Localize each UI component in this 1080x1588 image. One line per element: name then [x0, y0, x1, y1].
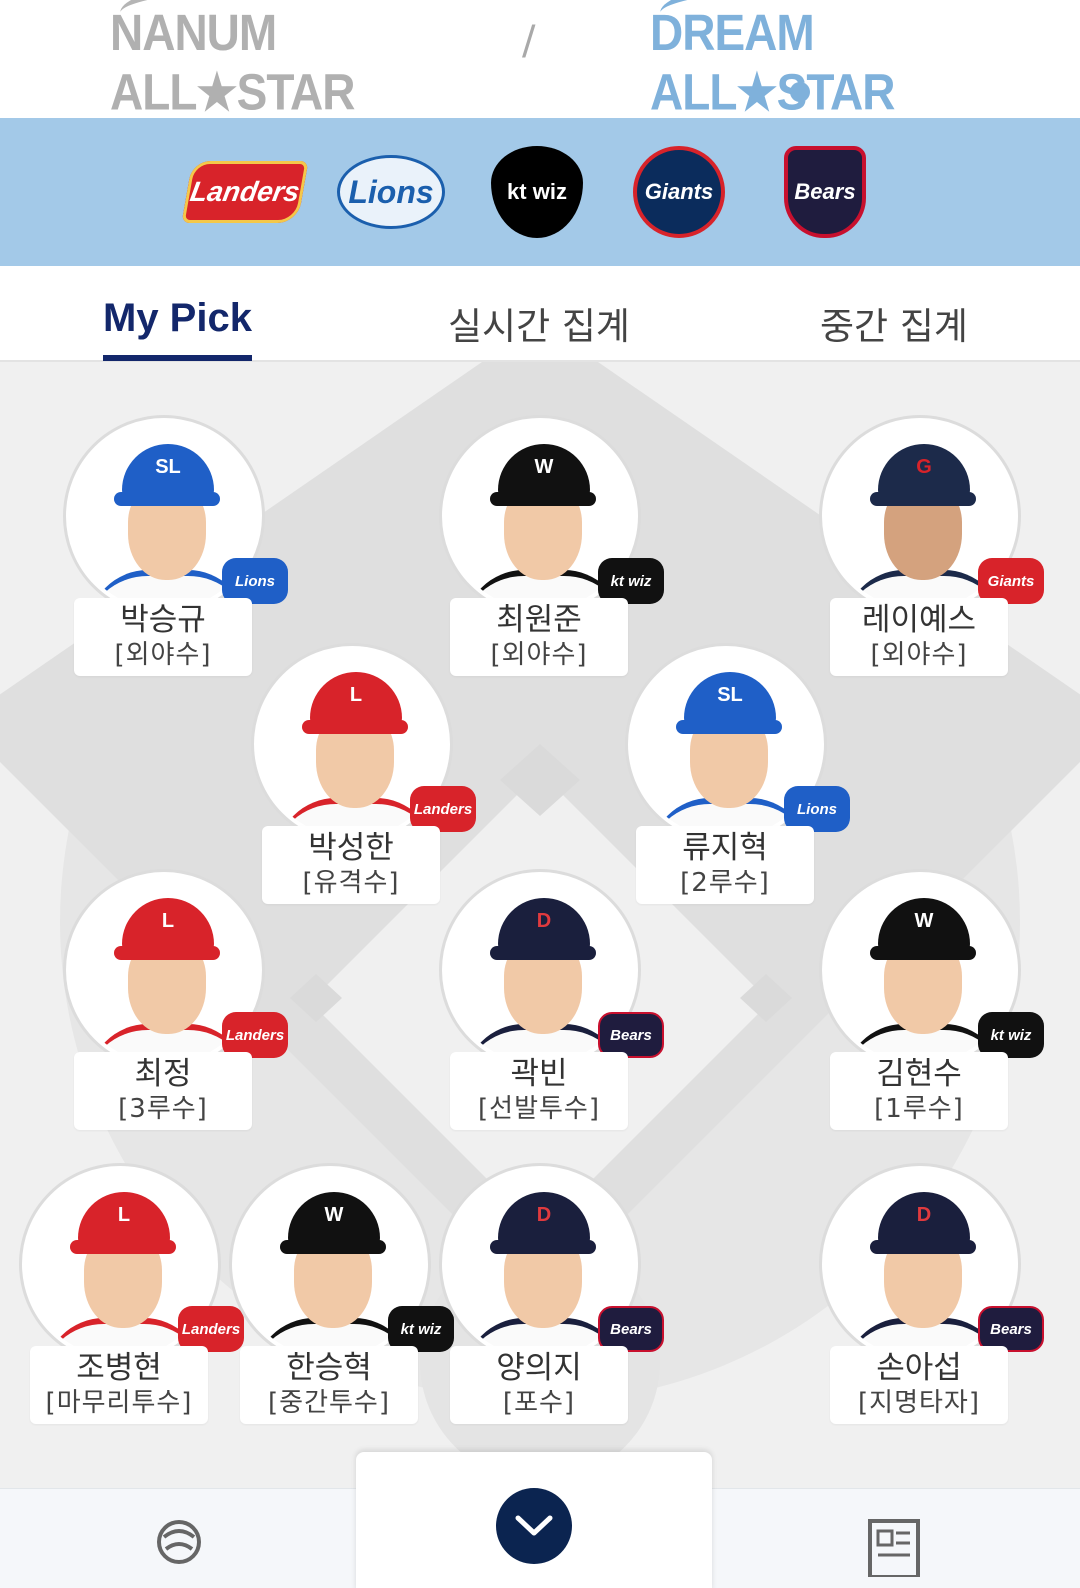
giants-logo-icon: Giants [633, 146, 725, 238]
league-header: NANUM ALL★STAR / DREAM ALL★STAR [0, 0, 1080, 120]
player-position: [선발투수] [478, 1094, 600, 1124]
team-logo-landers[interactable]: Landers [181, 146, 309, 238]
player-card[interactable]: L Landers 박성한 [유격수] [254, 646, 476, 906]
tab-realtime-tally[interactable]: 실시간 집계 [448, 296, 630, 364]
player-label: 박승규 [외야수] [74, 598, 252, 676]
player-name: 박승규 [120, 602, 206, 638]
player-position: [외야수] [114, 640, 212, 670]
player-position: [중간투수] [268, 1388, 390, 1418]
player-card[interactable]: SL Lions 류지혁 [2루수] [628, 646, 850, 906]
player-name: 양의지 [496, 1350, 582, 1386]
player-position: [포수] [502, 1388, 576, 1418]
league-dream-title: DREAM ALL★STAR [650, 3, 895, 121]
player-name: 김현수 [876, 1056, 962, 1092]
league-nanum[interactable]: NANUM ALL★STAR [110, 0, 430, 120]
player-name: 손아섭 [876, 1350, 962, 1386]
landers-logo-icon: Landers [181, 161, 309, 223]
player-name: 한승혁 [286, 1350, 372, 1386]
player-position: [1루수] [874, 1094, 964, 1124]
player-label: 김현수 [1루수] [830, 1052, 1008, 1130]
player-name: 류지혁 [682, 830, 768, 866]
team-logo-band: Landers Lions kt wiz Giants Bears [0, 118, 1080, 266]
player-label: 최원준 [외야수] [450, 598, 628, 676]
player-card[interactable]: W kt wiz 김현수 [1루수] [822, 872, 1044, 1132]
team-logo-bears[interactable]: Bears [766, 146, 884, 238]
player-label: 류지혁 [2루수] [636, 826, 814, 904]
player-card[interactable]: SL Lions 박승규 [외야수] [66, 418, 288, 678]
player-card[interactable]: W kt wiz 한승혁 [중간투수] [232, 1166, 454, 1426]
player-name: 조병현 [76, 1350, 162, 1386]
newspaper-icon[interactable] [866, 1517, 920, 1579]
app-screen: NANUM ALL★STAR / DREAM ALL★STAR Landers … [0, 0, 1080, 1588]
tab-my-pick[interactable]: My Pick [103, 296, 252, 361]
league-dream[interactable]: DREAM ALL★STAR [650, 0, 970, 120]
league-nanum-title: NANUM ALL★STAR [110, 3, 355, 121]
player-position: [마무리투수] [45, 1388, 193, 1418]
player-card[interactable]: D Bears 양의지 [포수] [442, 1166, 664, 1426]
player-card[interactable]: G Giants 레이예스 [외야수] [822, 418, 1044, 678]
kbo-logo-icon[interactable] [154, 1517, 204, 1567]
chevron-down-icon[interactable] [496, 1488, 572, 1564]
kt-wiz-logo-icon: kt wiz [491, 146, 583, 238]
player-position: [지명타자] [858, 1388, 980, 1418]
lions-logo-icon: Lions [337, 155, 445, 229]
player-label: 한승혁 [중간투수] [240, 1346, 418, 1424]
expand-panel [356, 1452, 712, 1588]
player-label: 레이예스 [외야수] [830, 598, 1008, 676]
team-logo-kt[interactable]: kt wiz [478, 146, 596, 238]
player-name: 박성한 [308, 830, 394, 866]
bears-logo-icon: Bears [784, 146, 866, 238]
player-card[interactable]: D Bears 곽빈 [선발투수] [442, 872, 664, 1132]
player-label: 최정 [3루수] [74, 1052, 252, 1130]
league-divider: / [522, 18, 536, 64]
player-name: 레이예스 [861, 602, 977, 638]
player-position: [외야수] [870, 640, 968, 670]
baseball-field: SL Lions 박승규 [외야수] W kt wiz 최원준 [외야수] G … [0, 362, 1080, 1588]
player-label: 곽빈 [선발투수] [450, 1052, 628, 1130]
player-name: 곽빈 [510, 1056, 568, 1092]
player-position: [외야수] [490, 640, 588, 670]
tab-interim-tally[interactable]: 중간 집계 [820, 296, 968, 364]
tab-bar: My Pick 실시간 집계 중간 집계 [0, 266, 1080, 362]
player-position: [2루수] [680, 868, 770, 898]
player-name: 최원준 [496, 602, 582, 638]
player-card[interactable]: L Landers 조병현 [마무리투수] [22, 1166, 244, 1426]
selected-indicator-dot [790, 82, 810, 102]
player-card[interactable]: L Landers 최정 [3루수] [66, 872, 288, 1132]
player-label: 양의지 [포수] [450, 1346, 628, 1424]
team-logo-giants[interactable]: Giants [620, 146, 738, 238]
player-position: [유격수] [302, 868, 400, 898]
player-label: 손아섭 [지명타자] [830, 1346, 1008, 1424]
player-name: 최정 [134, 1056, 192, 1092]
player-card[interactable]: D Bears 손아섭 [지명타자] [822, 1166, 1044, 1426]
player-label: 박성한 [유격수] [262, 826, 440, 904]
player-label: 조병현 [마무리투수] [30, 1346, 208, 1424]
player-position: [3루수] [118, 1094, 208, 1124]
player-card[interactable]: W kt wiz 최원준 [외야수] [442, 418, 664, 678]
team-logo-lions[interactable]: Lions [332, 146, 450, 238]
